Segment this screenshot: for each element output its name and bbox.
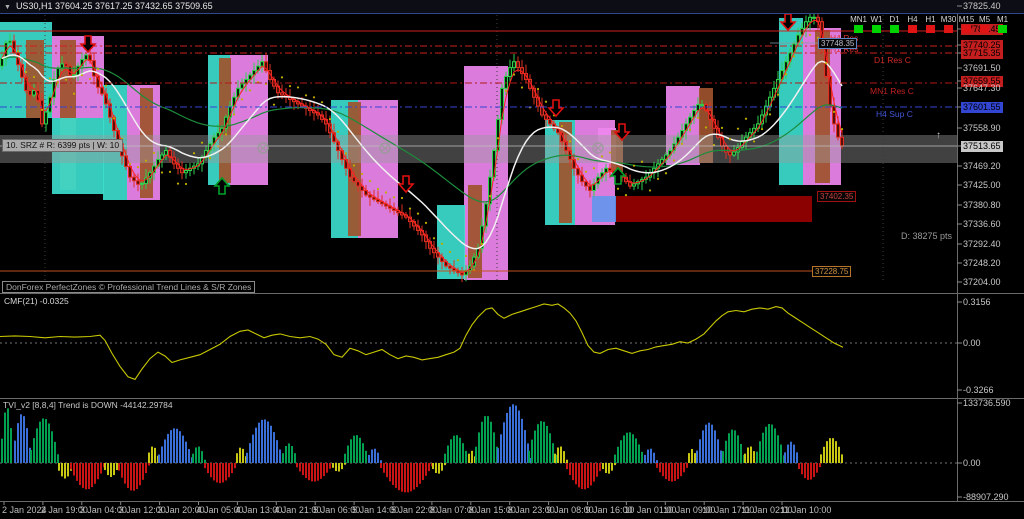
timeframe-status-square: [854, 25, 863, 33]
timeframe-label: M30: [941, 15, 957, 24]
price-axis-label: 37715.35: [961, 48, 1003, 59]
cmf-line: [0, 304, 843, 379]
timeframe-status-square: [944, 25, 953, 33]
timeframe-button-w1[interactable]: W1: [870, 15, 883, 33]
price-tag: 37748.35: [818, 38, 857, 49]
tvi-axis-label: 133736.590: [961, 398, 1013, 409]
timeframe-button-m5[interactable]: M5: [978, 15, 991, 33]
timeframe-button-h1[interactable]: H1: [924, 15, 937, 33]
timeframe-button-m15[interactable]: M15: [960, 15, 973, 33]
price-axis-label: 37691.50: [961, 63, 1003, 74]
scroll-up-icon[interactable]: ↑: [936, 130, 941, 141]
cmf-indicator-label: CMF(21) -0.0325: [4, 296, 69, 306]
timeframe-label: H4: [907, 15, 917, 24]
price-axis-label: 37825.40: [961, 1, 1003, 12]
tvi-axis-label: -88907.290: [961, 492, 1011, 503]
sell-arrow-icon: [399, 176, 413, 192]
timeframe-button-m30[interactable]: M30: [942, 15, 955, 33]
price-chart-layer: [0, 9, 957, 501]
timeframe-button-m1[interactable]: M1: [996, 15, 1009, 33]
level-line-label: D1 Res C: [874, 55, 911, 65]
level-line-label: MN1 Res C: [870, 86, 914, 96]
timeframe-label: H1: [925, 15, 935, 24]
timeframe-button-h4[interactable]: H4: [906, 15, 919, 33]
timeframe-button-d1[interactable]: D1: [888, 15, 901, 33]
distance-label: D: 38275 pts: [860, 231, 952, 241]
timeframe-toolbar: MN1 W1 D1 H4 H1 M30M15 M5 M1: [852, 15, 1009, 33]
timeframe-label: M5: [979, 15, 990, 24]
terminal-window: ▼US30,H1 37604.25 37617.25 37432.65 3750…: [0, 0, 1024, 519]
price-axis-label: 37513.65: [961, 141, 1003, 152]
time-axis-label: 11 Jan 10:00: [780, 505, 831, 515]
price-axis-label: 37647.30: [961, 83, 1003, 94]
srz-info-badge: 10. SRZ # R: 6399 pts | W: 10: [2, 139, 123, 152]
timeframe-label: M15: [959, 15, 975, 24]
timeframe-status-square: [926, 25, 935, 33]
price-axis-label: 37425.00: [961, 180, 1003, 191]
price-axis-label: 37601.55: [961, 102, 1003, 113]
timeframe-status-square: [962, 25, 971, 33]
price-tag: 37402.35: [817, 191, 856, 202]
tvi-panel: [0, 404, 957, 492]
price-axis-label: 37248.20: [961, 258, 1003, 269]
timeframe-button-mn1[interactable]: MN1: [852, 15, 865, 33]
srz-band: [0, 135, 957, 163]
price-axis-label: 37336.60: [961, 219, 1003, 230]
cmf-axis-label: 0.3156: [961, 297, 993, 308]
price-axis-label: 37292.40: [961, 239, 1003, 250]
price-axis-label: 37380.80: [961, 200, 1003, 211]
donforex-copyright-badge: DonForex PerfectZones © Professional Tre…: [2, 281, 255, 293]
main-chart-canvas[interactable]: [0, 0, 1024, 519]
price-axis-label: 37204.00: [961, 277, 1003, 288]
timeframe-status-square: [908, 25, 917, 33]
price-axis-label: 37558.90: [961, 123, 1003, 134]
price-tag: 37228.75: [812, 266, 851, 277]
timeframe-label: MN1: [850, 15, 867, 24]
tvi-indicator-label: TVI_v2 [8,8,4] Trend is DOWN -44142.2978…: [3, 400, 173, 410]
level-line-label: H4 Sup C: [876, 109, 913, 119]
cmf-axis-label: 0.00: [961, 338, 983, 349]
tvi-axis-label: 0.00: [961, 458, 983, 469]
sell-arrow-icon: [549, 100, 563, 116]
timeframe-status-square: [980, 25, 989, 33]
cmf-panel: [0, 304, 957, 379]
timeframe-status-square: [890, 25, 899, 33]
timeframe-label: D1: [889, 15, 899, 24]
timeframe-status-square: [872, 25, 881, 33]
timeframe-label: M1: [997, 15, 1008, 24]
time-axis-label: 2 Jan 2024: [2, 505, 47, 515]
timeframe-status-square: [998, 25, 1007, 33]
timeframe-label: W1: [871, 15, 883, 24]
price-axis-label: 37469.20: [961, 161, 1003, 172]
cmf-axis-label: -0.3266: [961, 385, 996, 396]
